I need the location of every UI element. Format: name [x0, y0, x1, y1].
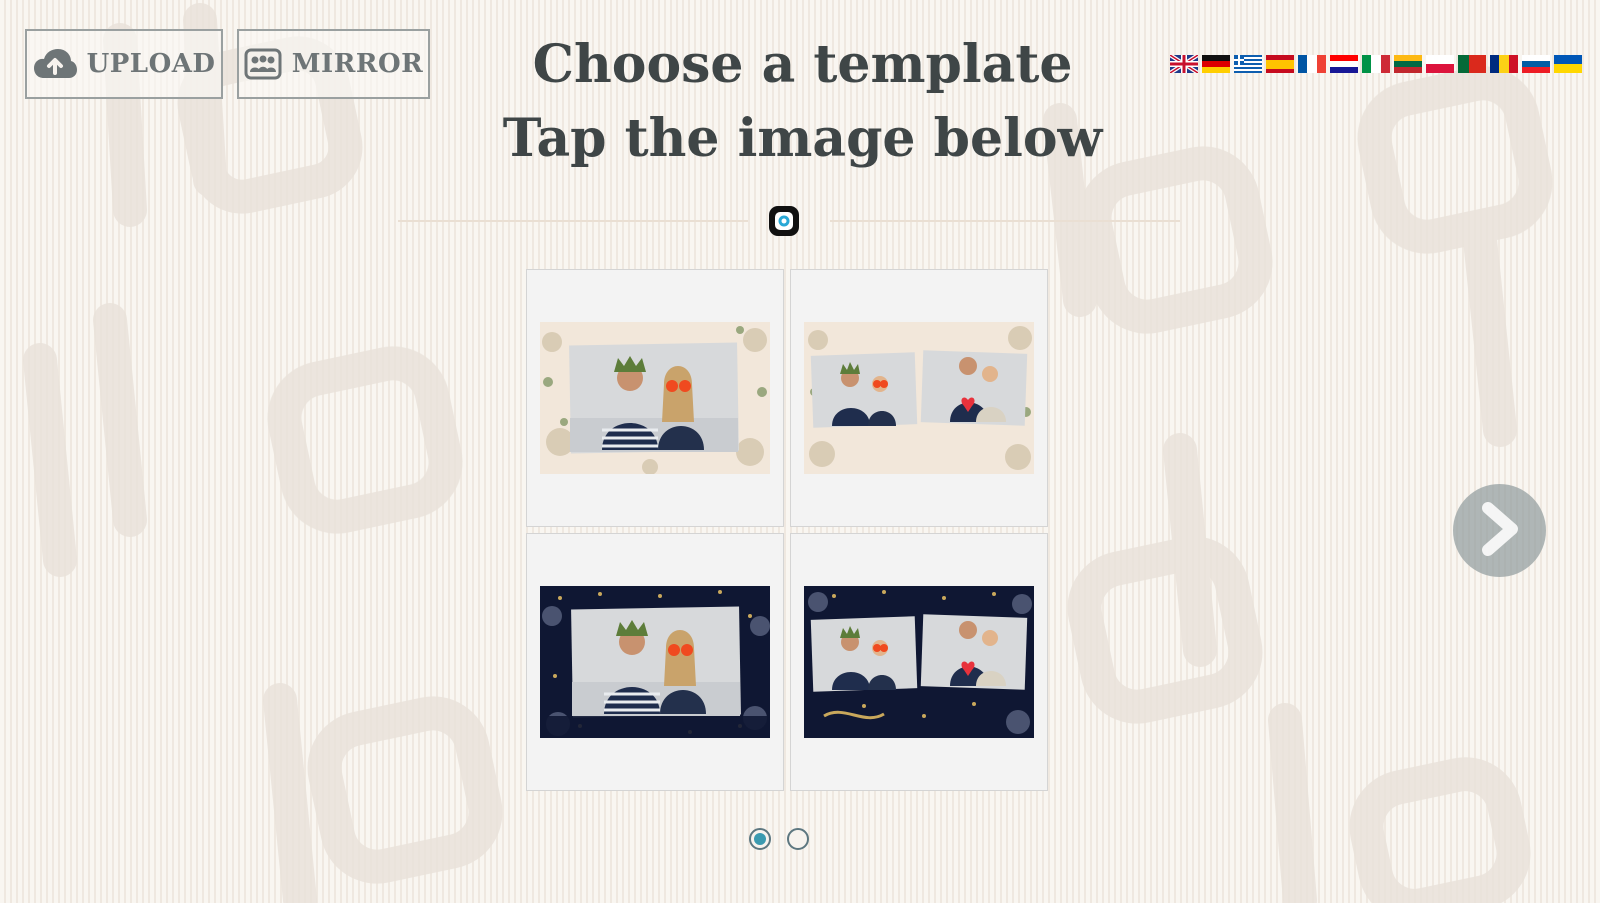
- pagination-dot-active[interactable]: [749, 828, 771, 850]
- template-card[interactable]: [790, 269, 1048, 527]
- page-subtitle: Tap the image below: [502, 108, 1103, 169]
- uk-flag-icon[interactable]: [1170, 55, 1198, 73]
- template-card[interactable]: [526, 269, 784, 527]
- chevron-right-icon: [1478, 501, 1522, 560]
- lithuania-flag-icon[interactable]: [1394, 55, 1422, 73]
- template-thumbnail: [540, 322, 770, 474]
- upload-label: UPLOAD: [86, 49, 216, 79]
- pagination-dot[interactable]: [787, 828, 809, 850]
- template-thumbnail: [540, 586, 770, 738]
- greece-flag-icon[interactable]: [1234, 55, 1262, 73]
- divider-right: [830, 220, 1180, 222]
- template-card[interactable]: [526, 533, 784, 791]
- template-thumbnail: [804, 322, 1034, 474]
- slovenia-flag-icon[interactable]: [1522, 55, 1550, 73]
- ukraine-flag-icon[interactable]: [1554, 55, 1582, 73]
- mirror-icon: [244, 48, 282, 80]
- language-selector: [1170, 55, 1582, 73]
- cloud-upload-icon: [33, 48, 77, 80]
- spain-flag-icon[interactable]: [1266, 55, 1294, 73]
- italy-flag-icon[interactable]: [1362, 55, 1390, 73]
- france-flag-icon[interactable]: [1298, 55, 1326, 73]
- template-thumbnail: [804, 586, 1034, 738]
- upload-button[interactable]: UPLOAD: [25, 29, 223, 99]
- divider-left: [398, 220, 748, 222]
- romania-flag-icon[interactable]: [1490, 55, 1518, 73]
- page-title: Choose a template: [532, 34, 1073, 95]
- next-page-button[interactable]: [1453, 484, 1546, 577]
- germany-flag-icon[interactable]: [1202, 55, 1230, 73]
- template-card[interactable]: [790, 533, 1048, 791]
- brand-logo-icon: [768, 205, 800, 237]
- poland-flag-icon[interactable]: [1426, 55, 1454, 73]
- croatia-flag-icon[interactable]: [1330, 55, 1358, 73]
- portugal-flag-icon[interactable]: [1458, 55, 1486, 73]
